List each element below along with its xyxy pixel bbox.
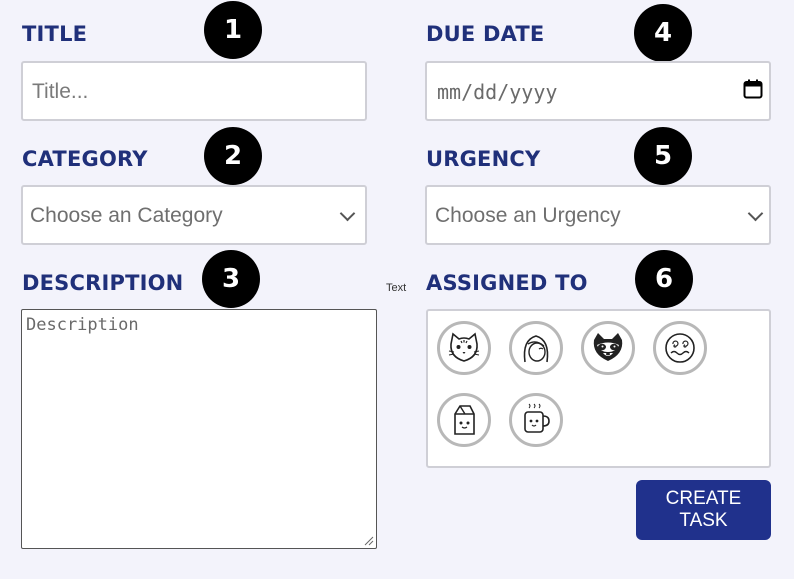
step-badge-5: 5 xyxy=(634,127,692,185)
urgency-label: URGENCY xyxy=(426,147,541,171)
girl-avatar-icon[interactable] xyxy=(509,321,563,375)
resize-handle-icon[interactable] xyxy=(364,536,374,546)
description-textarea[interactable]: Description xyxy=(21,309,377,549)
cat-avatar-icon[interactable] xyxy=(437,321,491,375)
step-badge-6: 6 xyxy=(635,250,693,308)
title-label: TITLE xyxy=(22,22,88,46)
mug-avatar-icon[interactable] xyxy=(509,393,563,447)
swirl-face-avatar-icon[interactable] xyxy=(653,321,707,375)
urgency-select[interactable]: Choose an Urgency xyxy=(425,185,771,245)
raccoon-avatar-icon[interactable] xyxy=(581,321,635,375)
category-select[interactable]: Choose an Category xyxy=(21,185,367,245)
create-task-line1: CREATE xyxy=(665,488,742,509)
description-label: DESCRIPTION xyxy=(22,271,184,295)
step-badge-4: 4 xyxy=(634,4,692,62)
urgency-selected-value: Choose an Urgency xyxy=(435,204,621,227)
step-badge-1: 1 xyxy=(204,1,262,59)
description-placeholder: Description xyxy=(26,315,139,335)
due-date-placeholder: mm/dd/yyyy xyxy=(437,80,558,104)
category-label: CATEGORY xyxy=(22,147,148,171)
due-date-input[interactable]: mm/dd/yyyy xyxy=(425,61,771,121)
title-placeholder: Title... xyxy=(32,80,89,103)
calendar-icon[interactable] xyxy=(743,79,763,99)
step-badge-3: 3 xyxy=(202,250,260,308)
chevron-down-icon xyxy=(339,205,356,222)
step-badge-2: 2 xyxy=(204,127,262,185)
side-text: Text xyxy=(386,282,407,294)
title-input[interactable]: Title... xyxy=(21,61,367,121)
create-task-line2: TASK xyxy=(679,510,728,531)
category-selected-value: Choose an Category xyxy=(30,204,223,227)
assigned-to-label: ASSIGNED TO xyxy=(426,271,588,295)
due-date-label: DUE DATE xyxy=(426,22,545,46)
chevron-down-icon xyxy=(747,205,764,222)
create-task-button[interactable]: CREATE TASK xyxy=(636,480,771,540)
milk-carton-avatar-icon[interactable] xyxy=(437,393,491,447)
